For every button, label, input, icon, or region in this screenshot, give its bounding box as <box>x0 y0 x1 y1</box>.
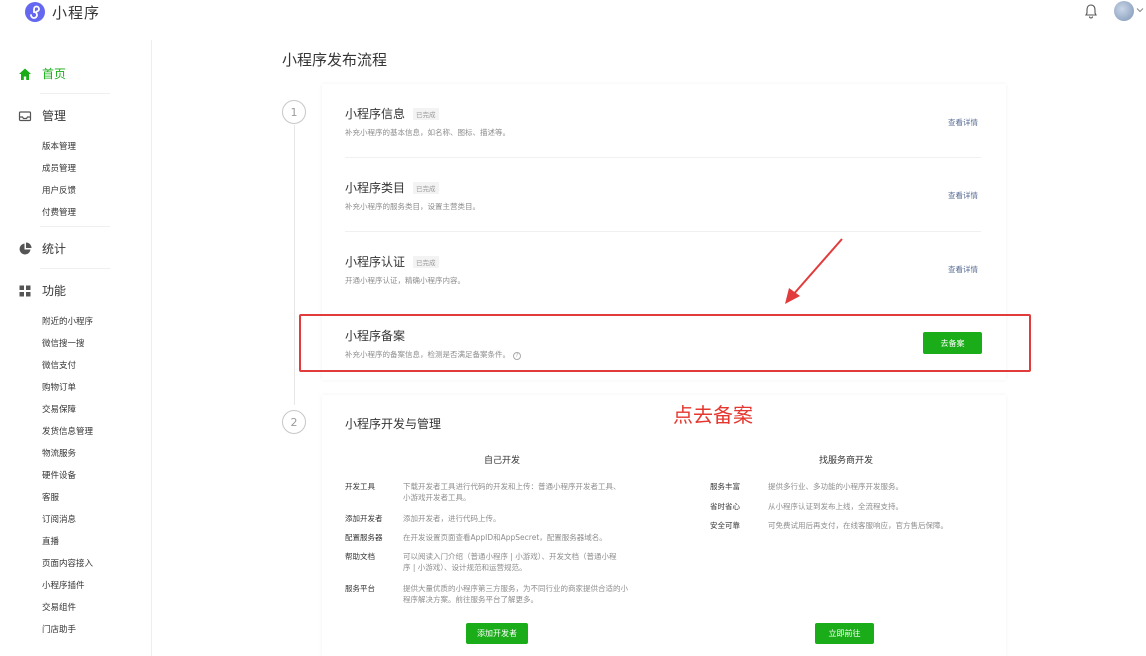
sidebar-subitem-hardware[interactable]: 硬件设备 <box>42 469 76 481</box>
home-icon <box>19 68 31 80</box>
sidebar-subitem-subscription[interactable]: 订阅消息 <box>42 513 76 525</box>
divider <box>40 268 110 269</box>
sidebar-subitem-page-content[interactable]: 页面内容接入 <box>42 557 93 569</box>
sidebar-subitem-members[interactable]: 成员管理 <box>42 162 76 174</box>
sidebar-item-label: 功能 <box>42 284 67 298</box>
item-value-line: 程序解决方案。前往服务平台了解更多。 <box>403 595 538 604</box>
row-separator <box>345 157 981 158</box>
item-key: 省时省心 <box>710 502 740 511</box>
row-title-info: 小程序信息 已完成 <box>345 105 439 122</box>
item-key: 安全可靠 <box>710 521 740 530</box>
go-now-button[interactable]: 立即前往 <box>815 623 874 644</box>
sidebar-subitem-payment[interactable]: 付费管理 <box>42 206 76 218</box>
inbox-icon <box>18 110 32 121</box>
item-value-line: 序 | 小游戏）、设计规范和运营规范。 <box>403 563 527 572</box>
status-badge: 已完成 <box>413 107 439 120</box>
page-title: 小程序发布流程 <box>282 51 388 69</box>
sidebar-subitem-trade-guarantee[interactable]: 交易保障 <box>42 403 76 415</box>
item-value: 下载开发者工具进行代码的开发和上传：普通小程序开发者工具、 小游戏开发者工具。 <box>403 481 621 503</box>
sidebar-subitem-trade-component[interactable]: 交易组件 <box>42 601 76 613</box>
sidebar-subitem-store-assistant[interactable]: 门店助手 <box>42 623 76 635</box>
annotation-text: 点去备案 <box>673 403 753 427</box>
view-details-link[interactable]: 查看详情 <box>948 190 978 201</box>
chevron-down-icon[interactable] <box>1136 6 1144 14</box>
item-value: 提供大量优质的小程序第三方服务，为不同行业的商家提供合适的小 程序解决方案。前往… <box>403 583 628 605</box>
row-title-text: 小程序类目 <box>345 181 406 195</box>
sidebar-subitem-orders[interactable]: 购物订单 <box>42 381 76 393</box>
status-badge: 已完成 <box>413 255 439 268</box>
item-key: 开发工具 <box>345 482 375 491</box>
sidebar-subitem-wechat-pay[interactable]: 微信支付 <box>42 359 76 371</box>
step-number: 2 <box>282 410 306 434</box>
divider <box>40 93 110 94</box>
item-key: 服务丰富 <box>710 482 740 491</box>
item-value-line: 提供大量优质的小程序第三方服务，为不同行业的商家提供合适的小 <box>403 584 628 593</box>
dev-section-title: 小程序开发与管理 <box>345 417 442 431</box>
step-connector <box>294 125 295 405</box>
sidebar-item-label: 管理 <box>42 109 67 123</box>
row-desc: 开通小程序认证，精确小程序内容。 <box>345 276 465 285</box>
sidebar-subitem-search[interactable]: 微信搜一搜 <box>42 337 85 349</box>
grid-icon <box>19 285 31 296</box>
sidebar-item-features[interactable]: 功能 <box>18 282 66 299</box>
status-badge: 已完成 <box>413 181 439 194</box>
provider-dev-heading: 找服务商开发 <box>819 456 874 466</box>
item-value: 提供多行业、多功能的小程序开发服务。 <box>768 482 903 491</box>
self-dev-heading: 自己开发 <box>484 456 521 466</box>
mini-program-logo-icon <box>25 2 45 22</box>
top-bar: 小程序 <box>0 0 1146 24</box>
item-value-line: 在开发设置页面查看AppID和AppSecret，配置服务器域名。 <box>403 533 607 542</box>
annotation-highlight-box <box>299 314 1031 372</box>
pie-chart-icon <box>19 242 32 254</box>
avatar[interactable] <box>1114 1 1134 21</box>
row-title-text: 小程序认证 <box>345 255 406 269</box>
row-separator <box>345 231 981 232</box>
sidebar-subitem-plugin[interactable]: 小程序插件 <box>42 579 85 591</box>
add-developer-button[interactable]: 添加开发者 <box>466 623 528 644</box>
sidebar-item-stats[interactable]: 统计 <box>18 240 66 257</box>
item-key: 添加开发者 <box>345 514 383 523</box>
item-key: 服务平台 <box>345 584 375 593</box>
item-key: 帮助文档 <box>345 552 375 561</box>
row-title-text: 小程序信息 <box>345 107 406 121</box>
view-details-link[interactable]: 查看详情 <box>948 264 978 275</box>
sidebar-item-label: 统计 <box>42 242 67 256</box>
view-details-link[interactable]: 查看详情 <box>948 117 978 128</box>
row-title-verification: 小程序认证 已完成 <box>345 253 439 270</box>
item-value-line: 小游戏开发者工具。 <box>403 493 471 502</box>
item-value-line: 添加开发者，进行代码上传。 <box>403 514 501 523</box>
item-value: 添加开发者，进行代码上传。 <box>403 513 501 524</box>
row-desc: 补充小程序的服务类目，设置主营类目。 <box>345 202 480 211</box>
item-value: 从小程序认证到发布上线，全流程支持。 <box>768 502 903 511</box>
row-desc: 补充小程序的基本信息，如名称、图标、描述等。 <box>345 128 510 137</box>
sidebar-subitem-logistics[interactable]: 物流服务 <box>42 447 76 459</box>
sidebar-item-home[interactable]: 首页 <box>18 65 66 82</box>
sidebar-subitem-shipping[interactable]: 发货信息管理 <box>42 425 93 437</box>
sidebar-subitem-customer-service[interactable]: 客服 <box>42 491 59 503</box>
app-name: 小程序 <box>52 3 101 22</box>
sidebar-item-manage[interactable]: 管理 <box>18 107 66 124</box>
item-value-line: 下载开发者工具进行代码的开发和上传：普通小程序开发者工具、 <box>403 482 621 491</box>
sidebar-subitem-nearby[interactable]: 附近的小程序 <box>42 315 93 327</box>
sidebar-subitem-version[interactable]: 版本管理 <box>42 140 76 152</box>
item-value: 可以阅读入门介绍（普通小程序 | 小游戏）、开发文档（普通小程 序 | 小游戏）… <box>403 551 617 573</box>
step-number: 1 <box>282 100 306 124</box>
annotation-arrow-icon <box>785 238 843 304</box>
divider <box>40 226 110 227</box>
item-value-line: 可以阅读入门介绍（普通小程序 | 小游戏）、开发文档（普通小程 <box>403 552 617 561</box>
item-value: 在开发设置页面查看AppID和AppSecret，配置服务器域名。 <box>403 532 607 543</box>
logo[interactable]: 小程序 <box>24 1 100 23</box>
bell-icon[interactable] <box>1083 3 1099 19</box>
sidebar-item-label: 首页 <box>42 67 67 81</box>
item-value: 可免费试用后再支付，在线客服响应，官方售后保障。 <box>768 521 948 530</box>
sidebar-subitem-feedback[interactable]: 用户反馈 <box>42 184 76 196</box>
row-title-category: 小程序类目 已完成 <box>345 179 439 196</box>
item-key: 配置服务器 <box>345 533 383 542</box>
sidebar-subitem-live[interactable]: 直播 <box>42 535 59 547</box>
